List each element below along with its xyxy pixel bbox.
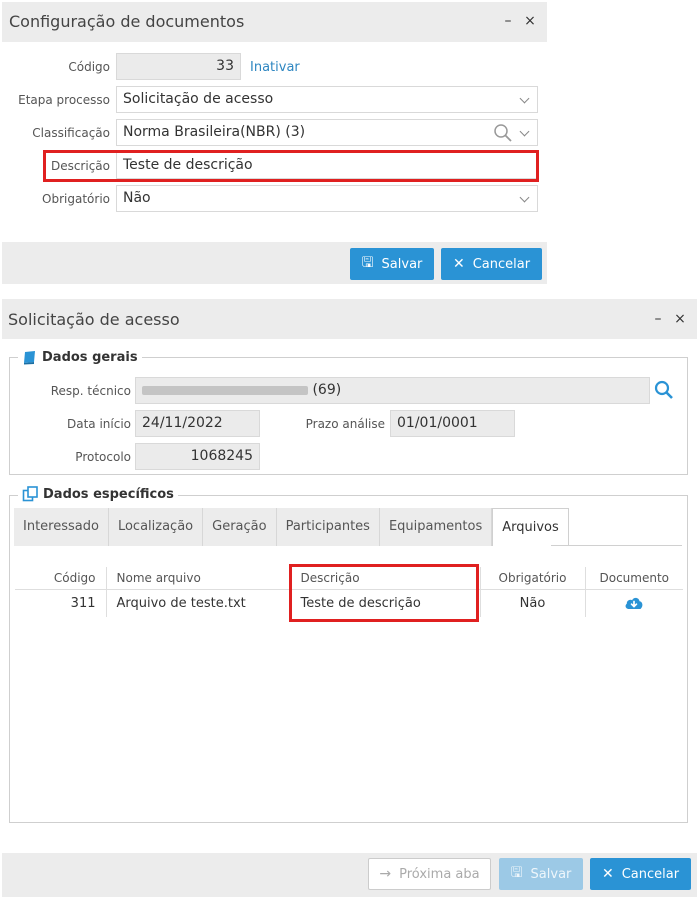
request-window-title: Solicitação de acesso — [8, 310, 180, 329]
close-icon[interactable]: × — [522, 11, 538, 31]
cancel-button[interactable]: ✕ Cancelar — [590, 858, 691, 890]
protocolo-field: 1068245 — [135, 443, 260, 470]
col-documento[interactable]: Documento — [585, 567, 683, 590]
specific-tabs: Interessado Localização Geração Particip… — [14, 508, 569, 546]
save-button[interactable]: 🖫 Salvar — [499, 858, 583, 890]
tab-participantes[interactable]: Participantes — [276, 508, 380, 546]
next-tab-button[interactable]: → Próxima aba — [368, 858, 491, 890]
floppy-icon: 🖫 — [361, 255, 374, 271]
specific-data-legend: Dados específicos — [18, 486, 178, 502]
tab-geracao[interactable]: Geração — [203, 508, 277, 546]
request-footer: → Próxima aba 🖫 Salvar ✕ Cancelar — [2, 853, 697, 897]
etapa-select[interactable]: Solicitação de acesso — [116, 86, 538, 113]
data-inicio-field: 24/11/2022 — [135, 410, 260, 437]
resp-tecnico-field: (69) — [135, 377, 650, 404]
config-documents-window: Configuração de documentos – × Código 33… — [2, 2, 547, 284]
protocolo-label: Protocolo — [75, 450, 131, 464]
cell-nome-arquivo: Arquivo de teste.txt — [106, 589, 291, 617]
highlight-box — [289, 564, 479, 622]
config-footer: 🖫 Salvar ✕ Cancelar — [2, 242, 547, 284]
access-request-window: Solicitação de acesso – × Dados gerais R… — [2, 299, 697, 897]
tab-localizacao[interactable]: Localização — [108, 508, 204, 546]
prazo-analise-label: Prazo análise — [305, 417, 385, 431]
cell-codigo: 311 — [15, 589, 107, 617]
classificacao-label: Classificação — [32, 126, 110, 140]
copy-icon — [22, 486, 38, 502]
codigo-label: Código — [68, 60, 110, 74]
close-icon: ✕ — [452, 256, 465, 272]
col-nome-arquivo[interactable]: Nome arquivo — [106, 567, 291, 590]
etapa-label: Etapa processo — [18, 93, 110, 107]
cell-obrigatorio: Não — [480, 589, 586, 617]
inativar-link[interactable]: Inativar — [250, 60, 300, 75]
col-codigo[interactable]: Código — [15, 567, 107, 590]
tab-equipamentos[interactable]: Equipamentos — [379, 508, 493, 546]
tab-interessado[interactable]: Interessado — [14, 508, 109, 546]
save-button[interactable]: 🖫 Salvar — [350, 248, 434, 280]
prazo-analise-field: 01/01/0001 — [390, 410, 515, 437]
cancel-button[interactable]: ✕ Cancelar — [441, 248, 542, 280]
floppy-icon: 🖫 — [510, 865, 523, 881]
config-window-title: Configuração de documentos — [9, 12, 245, 31]
close-icon: ✕ — [601, 866, 614, 882]
book-icon — [24, 351, 35, 365]
general-data-legend: Dados gerais — [18, 350, 142, 365]
minimize-icon[interactable]: – — [500, 11, 516, 31]
arrow-right-icon: → — [379, 866, 392, 882]
tab-bar-line — [551, 545, 682, 546]
request-window-titlebar: Solicitação de acesso – × — [2, 299, 697, 339]
classificacao-select[interactable]: Norma Brasileira(NBR) (3) — [116, 119, 538, 146]
search-icon[interactable] — [654, 380, 674, 400]
redacted-name — [142, 385, 308, 395]
resp-tecnico-label: Resp. técnico — [50, 384, 131, 398]
highlight-box — [43, 150, 539, 182]
codigo-field: 33 — [116, 53, 241, 80]
obrigatorio-select[interactable]: Não — [116, 185, 538, 212]
obrigatorio-label: Obrigatório — [42, 192, 110, 206]
close-icon[interactable]: × — [672, 309, 688, 329]
cloud-download-icon[interactable] — [624, 595, 644, 611]
search-icon[interactable] — [493, 123, 513, 143]
col-obrigatorio[interactable]: Obrigatório — [480, 567, 586, 590]
data-inicio-label: Data início — [66, 417, 131, 431]
config-window-titlebar: Configuração de documentos – × — [2, 2, 547, 42]
cell-documento — [585, 589, 683, 617]
minimize-icon[interactable]: – — [650, 309, 666, 329]
tab-arquivos[interactable]: Arquivos — [492, 508, 569, 546]
